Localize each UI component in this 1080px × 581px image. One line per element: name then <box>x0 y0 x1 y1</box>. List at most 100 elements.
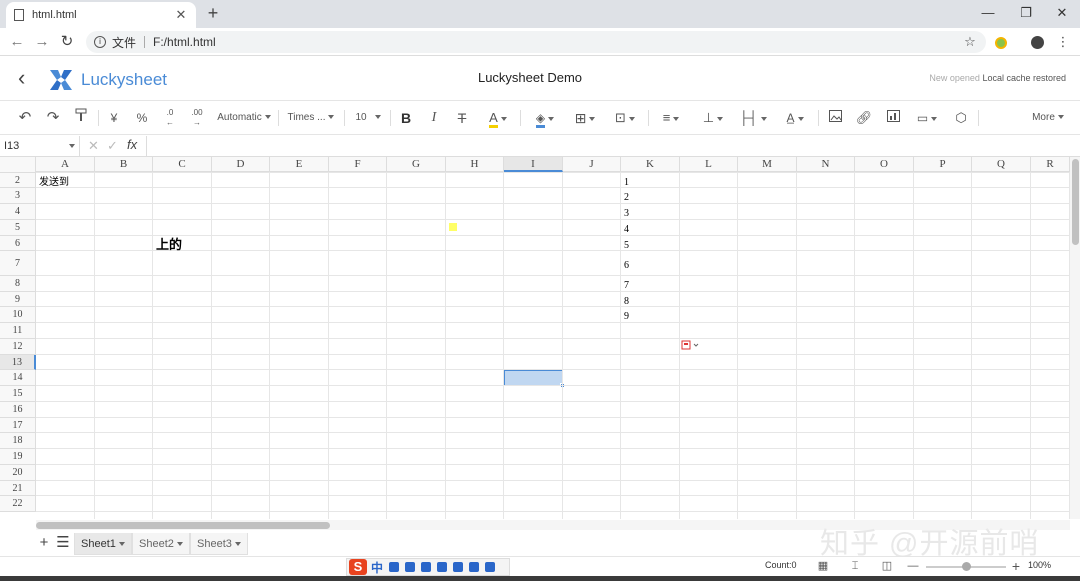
cell-k5[interactable]: 4 <box>624 220 629 236</box>
zoom-out-icon[interactable]: — <box>906 559 920 573</box>
column-header[interactable]: N <box>797 157 855 172</box>
currency-format-button[interactable]: ¥ <box>106 108 122 128</box>
row-header[interactable]: 16 <box>0 402 36 418</box>
row-header[interactable]: 12 <box>0 339 36 355</box>
cell-a2[interactable]: 发送到 <box>39 173 69 188</box>
function-button[interactable]: fx <box>127 137 137 152</box>
font-family-dropdown[interactable]: Times ... <box>286 108 336 128</box>
column-header[interactable]: L <box>680 157 738 172</box>
row-header[interactable]: 7 <box>0 251 36 276</box>
back-chevron-icon[interactable]: ‹ <box>18 67 25 89</box>
page-break-icon[interactable]: ◫ <box>880 559 894 573</box>
back-arrow-icon[interactable]: ← <box>7 32 27 52</box>
normal-view-icon[interactable]: ▦ <box>816 559 830 573</box>
column-header[interactable]: P <box>914 157 972 172</box>
cell-k6[interactable]: 5 <box>624 236 629 251</box>
strikethrough-button[interactable]: T <box>454 108 470 128</box>
bookmark-star-icon[interactable]: ☆ <box>961 33 979 51</box>
decrease-decimal-icon[interactable]: .0 ← <box>161 108 179 128</box>
spreadsheet-grid[interactable]: ABCDEFGHIJKLMNOPQR1234567891011121314151… <box>0 157 1070 519</box>
info-icon[interactable]: i <box>94 36 106 48</box>
row-header[interactable]: 5 <box>0 220 36 236</box>
cell-k8[interactable]: 7 <box>624 276 629 292</box>
row-header[interactable]: 11 <box>0 323 36 339</box>
skin-icon[interactable] <box>469 562 480 572</box>
row-header[interactable]: 1 <box>0 157 36 173</box>
punctuation-icon[interactable] <box>405 562 416 572</box>
row-header[interactable]: 15 <box>0 386 36 402</box>
row-header[interactable]: 17 <box>0 418 36 433</box>
column-header[interactable]: H <box>446 157 504 172</box>
user-icon[interactable] <box>453 562 464 572</box>
row-header[interactable]: 2 <box>0 173 36 188</box>
ime-toolbar[interactable]: S 中 <box>346 558 510 576</box>
borders-button[interactable]: ⊞ <box>570 108 600 128</box>
screenshot-icon[interactable]: ⬡ <box>952 108 970 128</box>
text-rotate-button[interactable]: A̲ <box>780 108 810 128</box>
row-header[interactable]: 13 <box>0 355 36 370</box>
row-header[interactable]: 14 <box>0 370 36 386</box>
column-header[interactable]: J <box>563 157 621 172</box>
redo-icon[interactable]: ↷ <box>44 108 62 128</box>
column-header[interactable]: O <box>855 157 914 172</box>
row-header[interactable]: 18 <box>0 433 36 449</box>
insert-link-icon[interactable]: 🔗︎ <box>855 108 873 128</box>
browser-tab[interactable]: html.html ✕ <box>6 2 196 28</box>
merge-cells-button[interactable]: ⊡ <box>610 108 640 128</box>
vertical-scrollbar-thumb[interactable] <box>1072 159 1079 245</box>
sheet-tab[interactable]: Sheet1 <box>74 533 132 555</box>
column-header[interactable]: I <box>504 157 563 172</box>
column-header[interactable]: F <box>329 157 387 172</box>
italic-button[interactable]: I <box>426 108 442 128</box>
column-header[interactable]: R <box>1031 157 1070 172</box>
close-window-icon[interactable]: ✕ <box>1048 4 1076 22</box>
comment-button[interactable]: ▭ <box>912 108 942 128</box>
cancel-icon[interactable]: ✕ <box>88 138 99 154</box>
sheet-tab[interactable]: Sheet2 <box>132 533 190 555</box>
restore-icon[interactable]: ❐ <box>1012 4 1040 22</box>
cell-k2[interactable]: 1 <box>624 173 629 188</box>
column-header[interactable]: D <box>212 157 270 172</box>
row-header[interactable]: 22 <box>0 496 36 512</box>
zoom-in-icon[interactable]: + <box>1009 559 1023 573</box>
new-tab-button[interactable]: + <box>204 4 222 22</box>
format-painter-icon[interactable] <box>72 108 90 128</box>
row-header[interactable]: 19 <box>0 449 36 465</box>
vertical-align-button[interactable]: ⊥ <box>698 108 728 128</box>
sheet-tab[interactable]: Sheet3 <box>190 533 248 555</box>
sogou-ime-icon[interactable]: S <box>349 559 367 575</box>
cell-k9[interactable]: 8 <box>624 292 629 307</box>
vertical-scrollbar[interactable] <box>1070 157 1080 519</box>
text-wrap-button[interactable]: ├┤ <box>738 108 768 128</box>
reload-icon[interactable]: ↻ <box>57 32 77 52</box>
cell-c6[interactable]: 上的 <box>156 236 182 252</box>
cell-k4[interactable]: 3 <box>624 204 629 220</box>
document-title[interactable]: Luckysheet Demo <box>430 70 630 85</box>
add-sheet-button[interactable]: + <box>36 534 52 552</box>
column-header[interactable]: Q <box>972 157 1031 172</box>
extension-icon[interactable] <box>992 33 1010 51</box>
column-header[interactable]: E <box>270 157 329 172</box>
selected-cell[interactable] <box>504 370 563 386</box>
cell-k3[interactable]: 2 <box>624 188 629 204</box>
profile-icon[interactable] <box>1028 33 1046 51</box>
page-layout-icon[interactable]: ⌶ <box>848 559 862 573</box>
forward-arrow-icon[interactable]: → <box>32 32 52 52</box>
row-header[interactable]: 6 <box>0 236 36 251</box>
column-header[interactable]: M <box>738 157 797 172</box>
bold-button[interactable]: B <box>398 108 414 128</box>
browser-menu-icon[interactable]: ⋮ <box>1054 33 1072 51</box>
row-header[interactable]: 21 <box>0 481 36 496</box>
column-header[interactable]: K <box>621 157 680 172</box>
confirm-icon[interactable]: ✓ <box>107 138 118 154</box>
row-header[interactable]: 9 <box>0 292 36 307</box>
undo-icon[interactable]: ↶ <box>16 108 34 128</box>
keyboard-icon[interactable] <box>437 562 448 572</box>
column-header[interactable]: A <box>36 157 95 172</box>
paste-options-icon[interactable] <box>681 340 703 352</box>
cell-k7[interactable]: 6 <box>624 251 629 276</box>
row-header[interactable]: 20 <box>0 465 36 481</box>
moon-icon[interactable] <box>389 562 400 572</box>
number-format-dropdown[interactable]: Automatic <box>216 108 272 128</box>
zoom-slider-handle[interactable] <box>962 562 971 571</box>
